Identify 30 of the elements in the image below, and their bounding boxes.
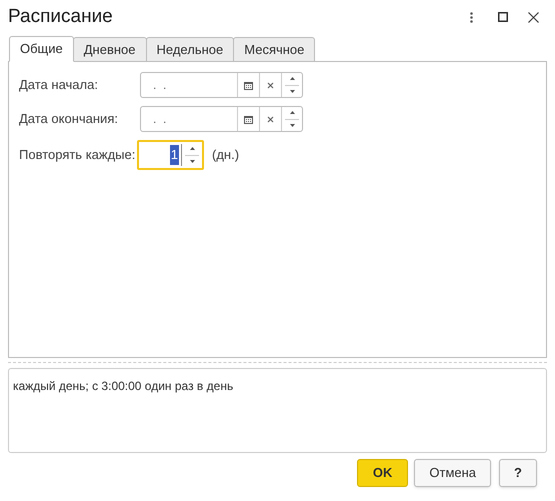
unit-label: (дн.) — [212, 146, 240, 164]
date-field[interactable]: . . — [140, 106, 303, 132]
calendar-icon — [244, 80, 253, 90]
dialog-button[interactable]: Отмена — [414, 459, 492, 487]
tab[interactable]: Месячное — [233, 37, 316, 62]
down-arrow-icon — [290, 90, 294, 93]
number-field[interactable]: 1 — [137, 140, 204, 170]
close-icon — [267, 116, 274, 122]
description-box[interactable]: каждый день; с 3:00:00 один раз в день — [8, 368, 547, 453]
down-arrow-icon — [190, 160, 194, 164]
field-label: Дата окончания: — [19, 110, 119, 128]
down-arrow-icon — [290, 124, 294, 127]
up-arrow-icon — [190, 146, 194, 150]
tab[interactable]: Дневное — [72, 37, 147, 62]
window-title: Расписание — [8, 4, 114, 29]
ok-button[interactable]: OK — [356, 459, 408, 487]
tab[interactable]: Общие — [9, 36, 74, 62]
close-icon — [528, 12, 538, 22]
field-label: Повторять каждые: — [19, 146, 136, 164]
date-field[interactable]: . . — [140, 72, 303, 98]
more-icon — [470, 12, 472, 22]
calendar-icon — [244, 114, 253, 124]
maximize-icon — [498, 12, 508, 22]
tab[interactable]: Недельное — [146, 37, 234, 62]
description-text: каждый день; с 3:00:00 один раз в день — [13, 379, 234, 393]
up-arrow-icon — [290, 77, 294, 80]
close-icon — [267, 82, 274, 88]
field-label: Дата начала: — [19, 76, 99, 94]
dialog-button[interactable]: ? — [499, 459, 537, 487]
up-arrow-icon — [290, 111, 294, 114]
